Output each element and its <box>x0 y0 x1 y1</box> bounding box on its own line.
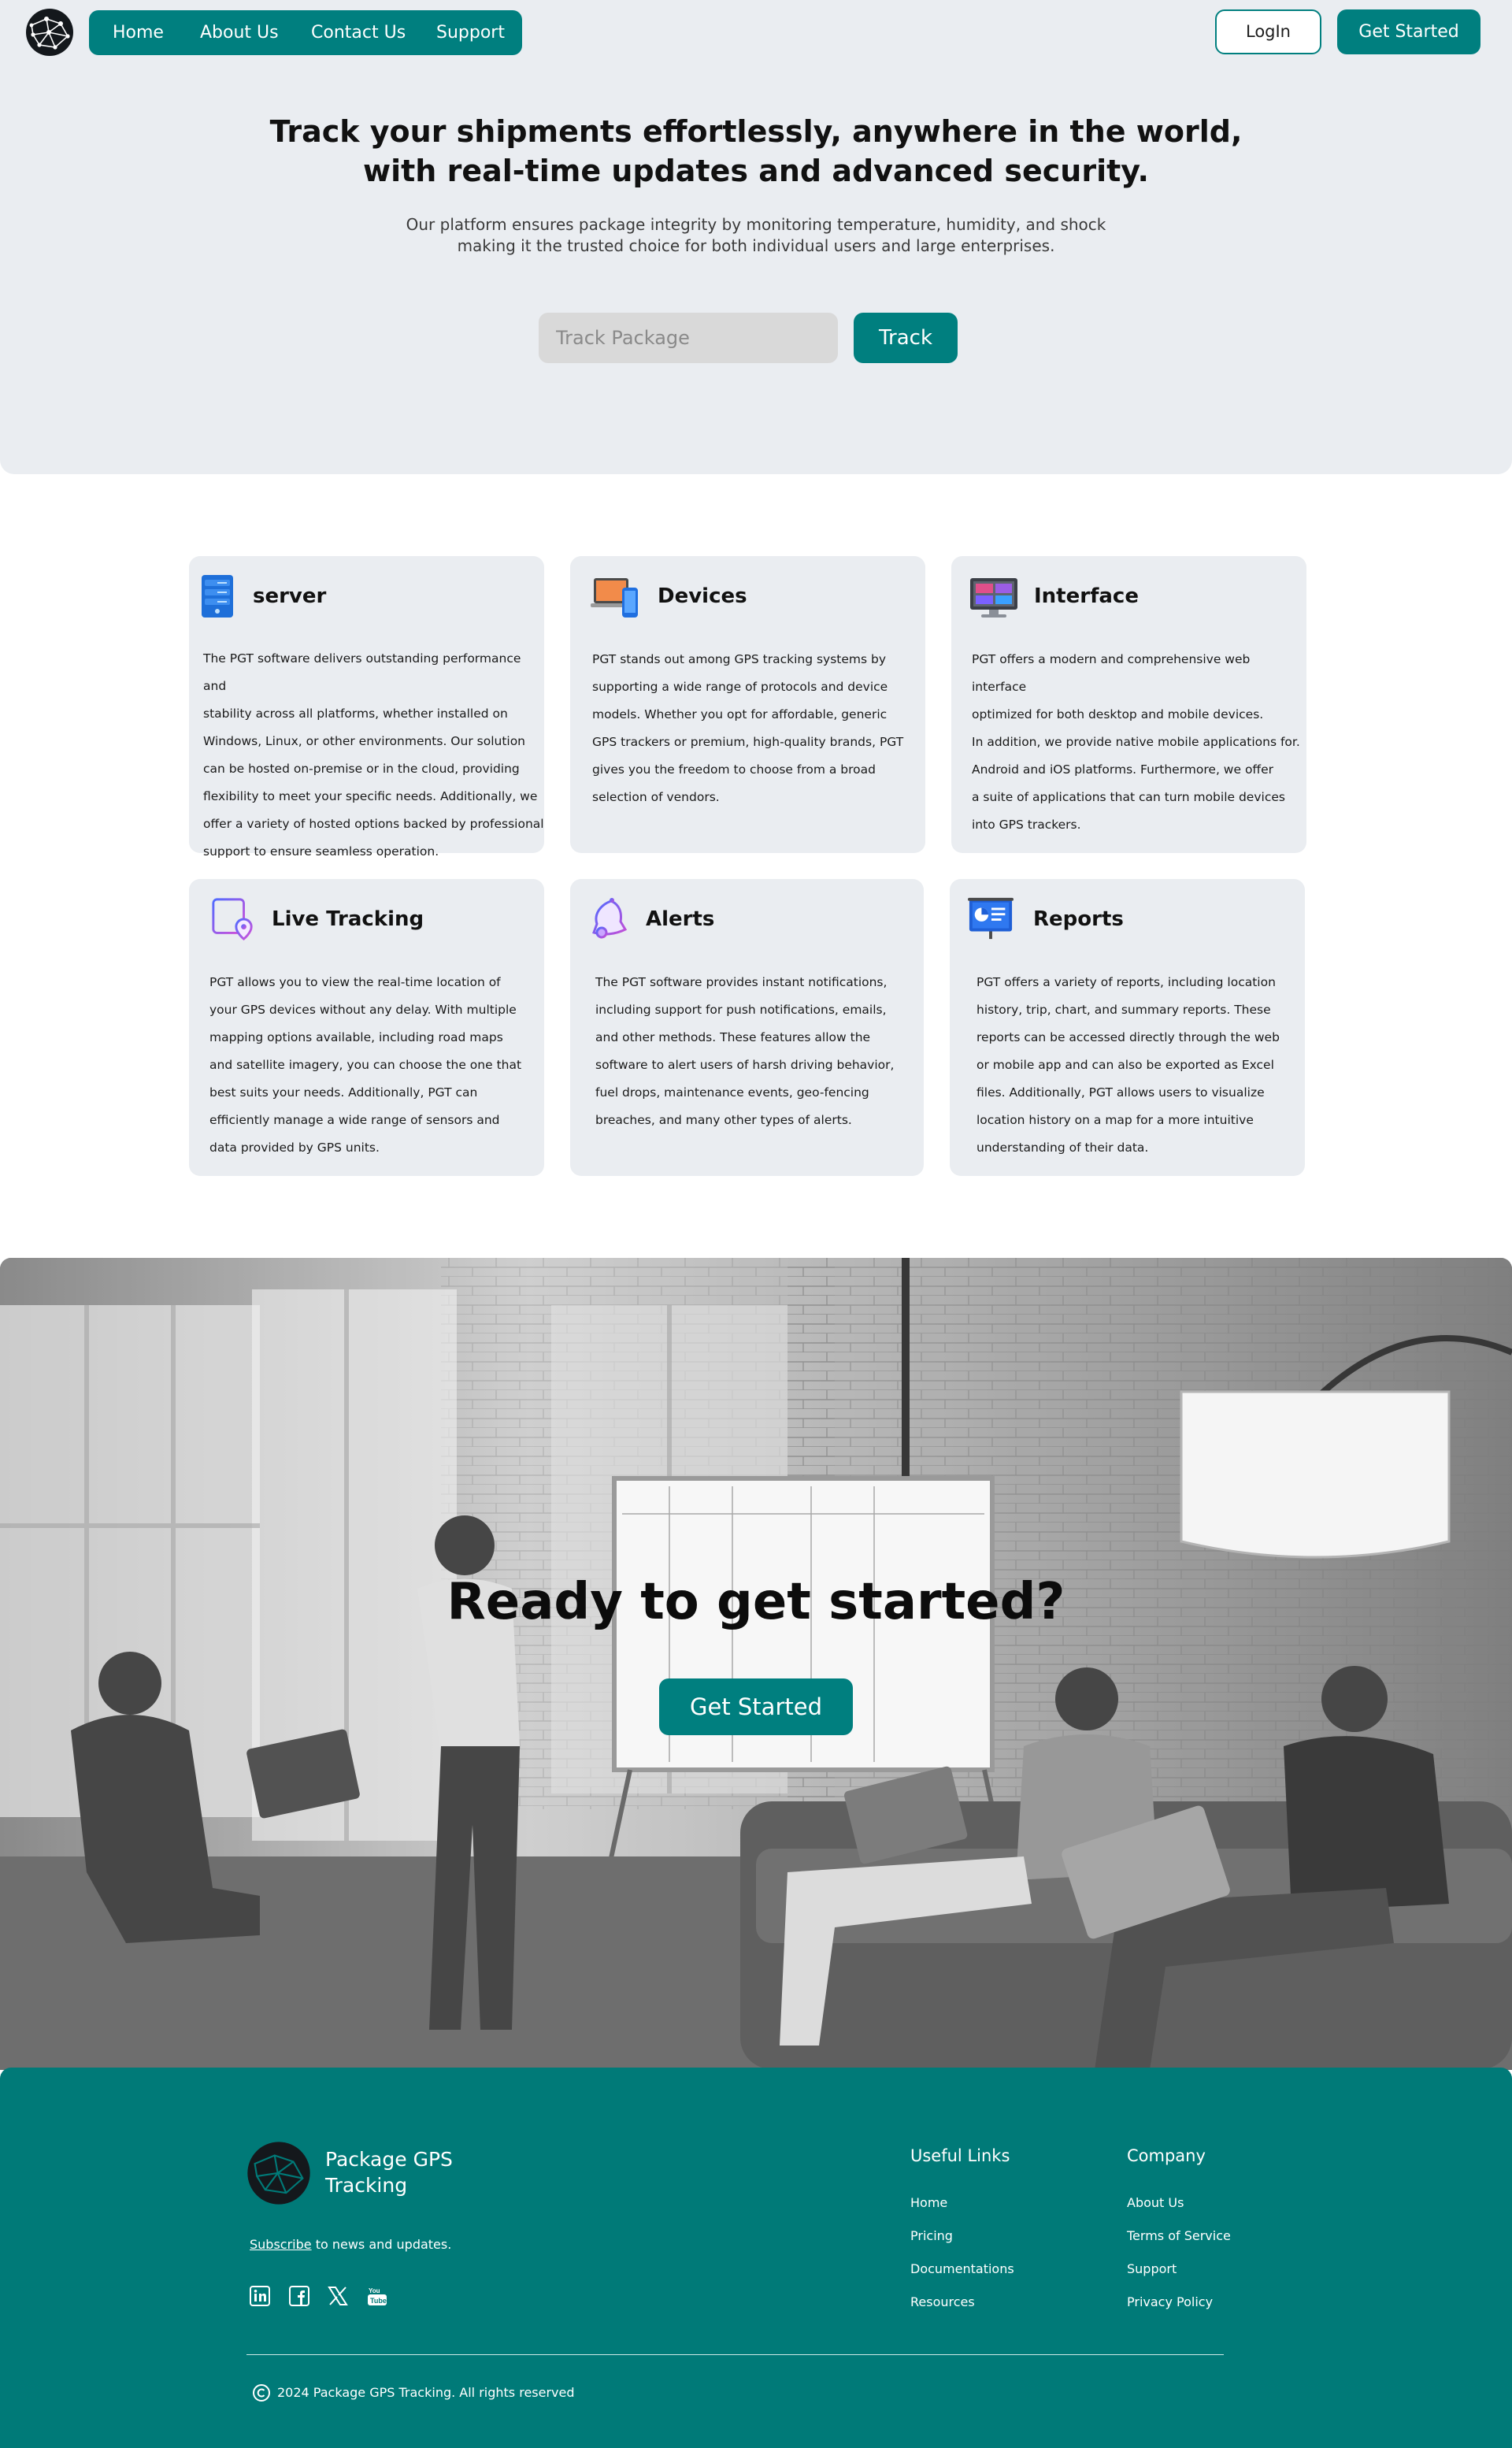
footer-divider <box>246 2354 1224 2355</box>
subscribe-rest: to news and updates. <box>311 2237 452 2252</box>
footer-brand: Package GPS Tracking <box>325 2148 453 2197</box>
footer-link-home[interactable]: Home <box>910 2195 947 2210</box>
get-started-button[interactable]: Get Started <box>1337 9 1480 54</box>
footer-logo-globe-icon[interactable] <box>246 2141 311 2205</box>
feature-body-server: The PGT software delivers outstanding pe… <box>203 651 544 859</box>
footer-link-documentations[interactable]: Documentations <box>910 2261 1014 2276</box>
footer-link-support[interactable]: Support <box>1127 2261 1177 2276</box>
footer-link-privacy[interactable]: Privacy Policy <box>1127 2294 1213 2309</box>
nav-contact-us[interactable]: Contact Us <box>311 10 406 55</box>
footer-link-terms[interactable]: Terms of Service <box>1127 2228 1231 2243</box>
server-icon <box>202 575 233 618</box>
footer-link-about-us[interactable]: About Us <box>1127 2195 1184 2210</box>
youtube-icon[interactable]: You Tube <box>367 2286 387 2306</box>
main-nav: Home About Us Contact Us Support <box>89 10 522 55</box>
office-team-photo <box>0 1258 1512 2070</box>
feature-card-interface: Interface PGT offers a modern and compre… <box>951 556 1306 853</box>
nav-home[interactable]: Home <box>113 10 164 55</box>
hero-title: Track your shipments effortlessly, anywh… <box>0 112 1512 191</box>
feature-body-reports: PGT offers a variety of reports, includi… <box>976 975 1280 1155</box>
copyright-icon <box>253 2384 270 2402</box>
footer: Package GPS Tracking Subscribe to news a… <box>0 2068 1512 2448</box>
monitor-icon <box>970 578 1017 618</box>
footer-subscribe-text: Subscribe to news and updates. <box>250 2237 451 2252</box>
useful-links-title: Useful Links <box>910 2146 1010 2165</box>
hero-subtitle: Our platform ensures package integrity b… <box>0 214 1512 257</box>
hero-section: Home About Us Contact Us Support LogIn G… <box>0 0 1512 474</box>
footer-link-pricing[interactable]: Pricing <box>910 2228 953 2243</box>
feature-title-server: server <box>253 584 327 608</box>
hero-title-line2: with real-time updates and advanced secu… <box>363 154 1149 188</box>
track-button[interactable]: Track <box>854 313 958 363</box>
footer-link-resources[interactable]: Resources <box>910 2294 975 2309</box>
cta-section: Ready to get started? Get Started <box>0 1258 1512 2070</box>
x-icon[interactable] <box>328 2286 348 2306</box>
svg-text:Tube: Tube <box>370 2297 387 2305</box>
subscribe-link[interactable]: Subscribe <box>250 2237 312 2252</box>
feature-body-devices: PGT stands out among GPS tracking system… <box>592 652 904 804</box>
cta-get-started-button[interactable]: Get Started <box>659 1678 853 1735</box>
feature-title-reports: Reports <box>1033 907 1124 931</box>
hero-title-line1: Track your shipments effortlessly, anywh… <box>269 114 1243 149</box>
live-tracking-icon <box>212 898 253 940</box>
logo-globe-icon[interactable] <box>25 8 74 57</box>
hero-subtitle-line2: making it the trusted choice for both in… <box>457 236 1055 255</box>
feature-card-devices: Devices PGT stands out among GPS trackin… <box>570 556 925 853</box>
feature-body-interface: PGT offers a modern and comprehensive we… <box>972 652 1300 832</box>
nav-about-us[interactable]: About Us <box>200 10 279 55</box>
feature-card-reports: Reports PGT offers a variety of reports,… <box>950 879 1305 1176</box>
feature-card-live-tracking: Live Tracking PGT allows you to view the… <box>189 879 544 1176</box>
track-package-input[interactable] <box>539 313 838 363</box>
reports-icon <box>968 897 1014 940</box>
facebook-icon[interactable] <box>289 2286 309 2306</box>
company-title: Company <box>1127 2146 1206 2165</box>
hero-subtitle-line1: Our platform ensures package integrity b… <box>406 215 1106 234</box>
feature-title-alerts: Alerts <box>646 907 715 931</box>
svg-text:You: You <box>369 2287 380 2294</box>
nav-support[interactable]: Support <box>436 10 505 55</box>
devices-icon <box>591 578 638 618</box>
feature-title-live-tracking: Live Tracking <box>272 907 424 931</box>
feature-card-alerts: Alerts The PGT software provides instant… <box>570 879 924 1176</box>
copyright-text: 2024 Package GPS Tracking. All rights re… <box>277 2385 575 2400</box>
login-button[interactable]: LogIn <box>1215 9 1321 54</box>
feature-card-server: server The PGT software delivers outstan… <box>189 556 544 859</box>
feature-title-interface: Interface <box>1034 584 1139 608</box>
linkedin-icon[interactable] <box>250 2286 270 2306</box>
bell-icon <box>592 898 628 939</box>
feature-body-alerts: The PGT software provides instant notifi… <box>595 975 895 1127</box>
cta-title: Ready to get started? <box>447 1573 1065 1631</box>
feature-body-live-tracking: PGT allows you to view the real-time loc… <box>209 975 522 1155</box>
feature-title-devices: Devices <box>658 584 747 608</box>
